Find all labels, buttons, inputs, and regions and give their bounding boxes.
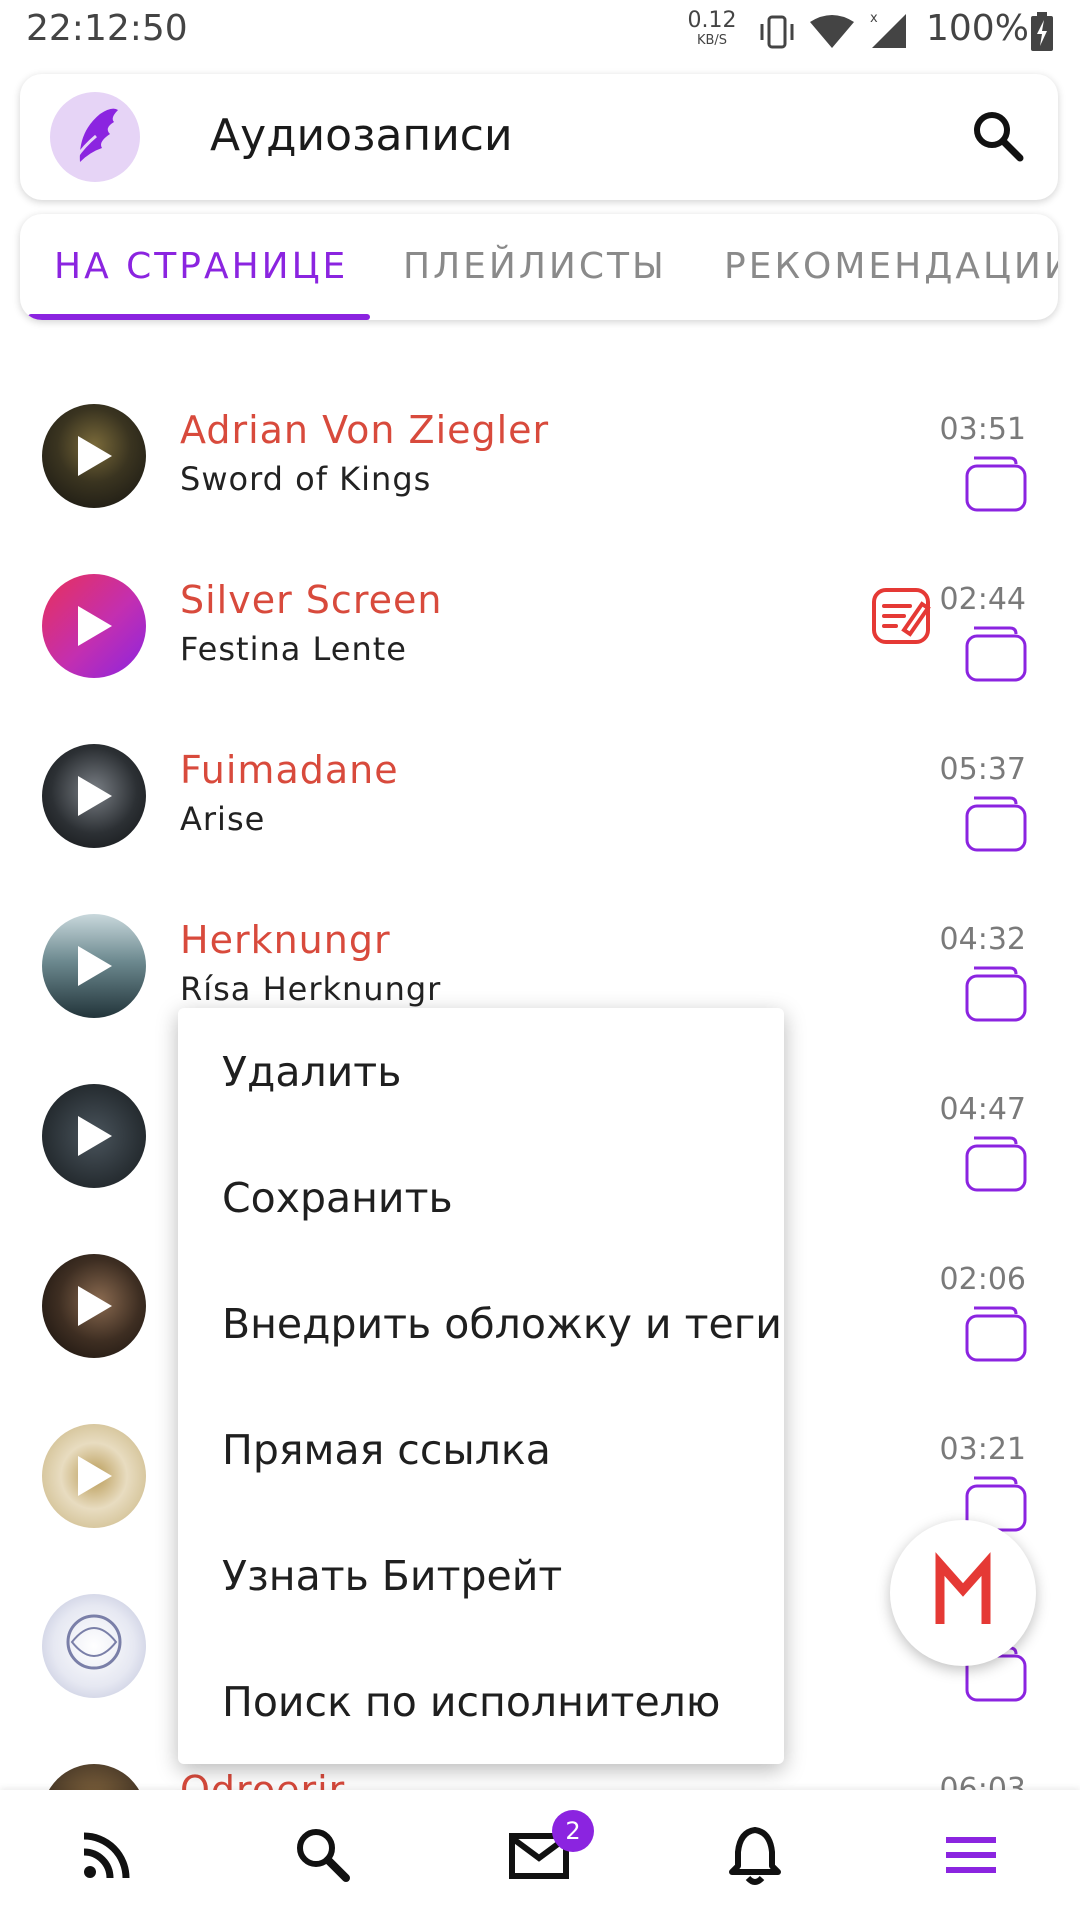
track-artist: Adrian Von Ziegler <box>180 408 550 452</box>
track-duration: 06:03 <box>939 1772 1026 1790</box>
tab-indicator <box>28 314 370 320</box>
save-folder-icon[interactable] <box>964 452 1028 514</box>
bottom-navigation: 2 <box>0 1790 1080 1920</box>
play-icon <box>78 436 112 476</box>
save-folder-icon[interactable] <box>964 1132 1028 1194</box>
rune-logo-icon <box>935 1552 991 1624</box>
menu-item-direct-link[interactable]: Прямая ссылка <box>222 1426 551 1474</box>
album-cover[interactable] <box>42 1594 146 1698</box>
vibrate-icon <box>760 15 794 49</box>
track-duration: 04:32 <box>939 922 1026 957</box>
status-bar: 22:12:50 0.12 KB/S x 100% <box>0 0 1080 64</box>
album-cover[interactable] <box>42 1084 146 1188</box>
album-cover[interactable] <box>42 1254 146 1358</box>
feather-wing-icon[interactable] <box>50 92 140 182</box>
search-icon[interactable] <box>970 108 1028 166</box>
tab-recommendations[interactable]: РЕКОМЕНДАЦИИ <box>724 246 1058 287</box>
battery-percent: 100% <box>926 8 1029 49</box>
lyrics-icon[interactable] <box>870 584 934 648</box>
context-menu: Удалить Сохранить Внедрить обложку и тег… <box>178 1008 784 1764</box>
track-duration: 02:44 <box>939 582 1026 617</box>
menu-item-bitrate[interactable]: Узнать Битрейт <box>222 1552 562 1600</box>
player-fab-button[interactable] <box>890 1520 1036 1666</box>
track-duration: 03:21 <box>939 1432 1026 1467</box>
track-duration: 03:51 <box>939 412 1026 447</box>
save-folder-icon[interactable] <box>964 1302 1028 1364</box>
track-title: Festina Lente <box>180 630 407 668</box>
album-cover[interactable] <box>42 744 146 848</box>
track-artist: Odroerir <box>180 1768 346 1790</box>
search-icon[interactable] <box>288 1820 358 1890</box>
album-cover[interactable] <box>42 914 146 1018</box>
save-folder-icon[interactable] <box>964 622 1028 684</box>
tab-bar: НА СТРАНИЦЕ ПЛЕЙЛИСТЫ РЕКОМЕНДАЦИИ <box>20 214 1058 320</box>
page-title: Аудиозаписи <box>210 110 513 161</box>
menu-item-save[interactable]: Сохранить <box>222 1174 453 1222</box>
track-artist: Silver Screen <box>180 578 443 622</box>
battery-charging-icon <box>1031 12 1053 51</box>
menu-item-delete[interactable]: Удалить <box>222 1048 401 1096</box>
track-title: Arise <box>180 800 266 838</box>
album-cover[interactable] <box>42 1424 146 1528</box>
cellular-icon: x <box>870 11 906 48</box>
wifi-icon <box>810 15 854 48</box>
save-folder-icon[interactable] <box>964 962 1028 1024</box>
play-icon <box>78 606 112 646</box>
menu-item-embed-cover-tags[interactable]: Внедрить обложку и теги <box>222 1300 782 1348</box>
mail-badge: 2 <box>552 1810 594 1852</box>
play-icon <box>78 1116 112 1156</box>
bell-icon[interactable] <box>720 1820 790 1890</box>
track-title: Sword of Kings <box>180 460 432 498</box>
network-speed: 0.12 KB/S <box>687 8 737 48</box>
track-row[interactable]: Adrian Von Ziegler Sword of Kings 03:51 <box>0 360 1080 530</box>
play-icon <box>78 1286 112 1326</box>
clock: 22:12:50 <box>26 8 188 49</box>
save-folder-icon[interactable] <box>964 792 1028 854</box>
track-duration: 04:47 <box>939 1092 1026 1127</box>
feed-icon[interactable] <box>72 1820 142 1890</box>
play-icon <box>78 946 112 986</box>
menu-item-search-artist[interactable]: Поиск по исполнителю <box>222 1678 720 1726</box>
play-icon <box>78 776 112 816</box>
tab-playlists[interactable]: ПЛЕЙЛИСТЫ <box>403 246 667 287</box>
track-row[interactable]: Silver Screen Festina Lente 02:44 <box>0 530 1080 700</box>
track-row[interactable]: Fuimadane Arise 05:37 <box>0 700 1080 870</box>
track-title: Rísa Herknungr <box>180 970 442 1008</box>
track-artist: Herknungr <box>180 918 391 962</box>
tab-on-page[interactable]: НА СТРАНИЦЕ <box>54 246 348 287</box>
menu-icon[interactable] <box>936 1820 1006 1890</box>
svg-text:x: x <box>870 11 878 26</box>
album-cover[interactable] <box>42 1764 146 1790</box>
track-duration: 02:06 <box>939 1262 1026 1297</box>
track-artist: Fuimadane <box>180 748 399 792</box>
play-icon <box>78 1456 112 1496</box>
album-cover[interactable] <box>42 574 146 678</box>
app-bar: Аудиозаписи <box>20 74 1058 200</box>
track-duration: 05:37 <box>939 752 1026 787</box>
album-cover[interactable] <box>42 404 146 508</box>
